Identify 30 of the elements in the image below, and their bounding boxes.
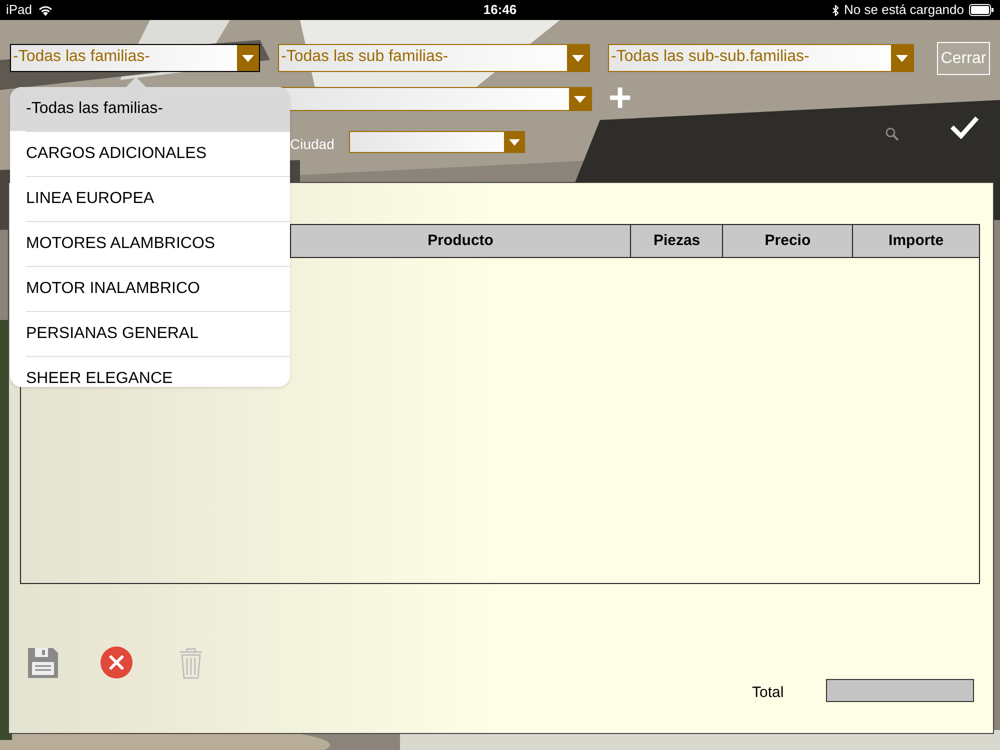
caret-icon [508, 138, 520, 146]
device-label: iPad [6, 1, 32, 20]
cancel-icon[interactable] [100, 646, 133, 679]
menu-item[interactable]: PERSIANAS GENERAL [10, 312, 290, 356]
menu-item[interactable]: CARGOS ADICIONALES [10, 132, 290, 176]
select-field[interactable]: -Todas las sub familias- [278, 44, 590, 72]
column-header: Precio [723, 225, 854, 257]
menu-item[interactable]: LINEA EUROPEA [10, 177, 290, 221]
caret-icon [572, 54, 584, 62]
charging-status: No se está cargando [844, 1, 964, 20]
search-icon[interactable] [885, 127, 899, 141]
city-label: Ciudad [290, 135, 334, 154]
caret-icon [896, 54, 908, 62]
caret-icon [242, 54, 254, 62]
column-header: Importe [853, 225, 979, 257]
bluetooth-icon [832, 4, 840, 16]
menu-item[interactable]: MOTOR INALAMBRICO [10, 267, 290, 311]
select-field[interactable]: -Todas las sub-sub.familias- [608, 44, 914, 72]
checkmark-icon[interactable] [950, 115, 979, 139]
menu-item[interactable]: SHEER ELEGANCE [10, 357, 290, 387]
column-header: Piezas [631, 225, 724, 257]
city-select[interactable] [349, 131, 525, 153]
column-header: Producto [290, 225, 632, 257]
total-label: Total [752, 683, 784, 703]
wifi-icon [38, 4, 54, 16]
battery-icon [969, 4, 994, 16]
clock: 16:46 [483, 1, 517, 20]
select-field[interactable]: -Todas las familias- [10, 44, 260, 72]
caret-icon [574, 96, 586, 102]
menu-item[interactable]: MOTORES ALAMBRICOS [10, 222, 290, 266]
